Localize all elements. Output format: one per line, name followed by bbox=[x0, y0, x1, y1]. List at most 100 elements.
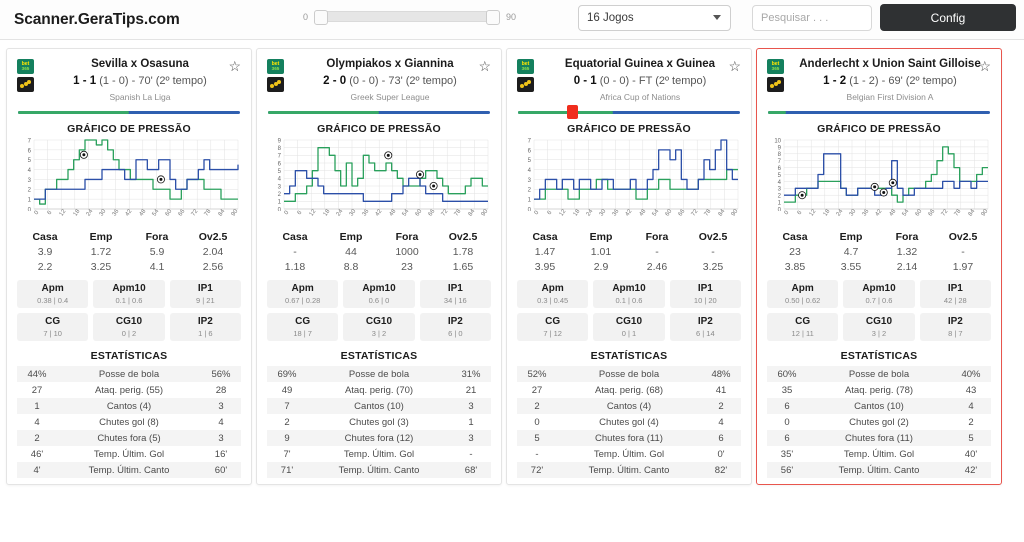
match-card[interactable]: bet 365 Anderlecht x Union Saint Gilloise… bbox=[756, 48, 1002, 486]
odds-header: Casa bbox=[282, 231, 308, 244]
odds-value[interactable]: 2.46 bbox=[629, 261, 685, 273]
stats-provider-icon[interactable] bbox=[17, 77, 34, 92]
odds-value[interactable]: 5.9 bbox=[129, 246, 185, 258]
favorite-star-icon[interactable]: ☆ bbox=[728, 59, 741, 73]
progress-marker[interactable] bbox=[566, 105, 578, 120]
odds-value[interactable]: 2.04 bbox=[185, 246, 241, 258]
stats-provider-icon[interactable] bbox=[267, 77, 284, 92]
metric-chip[interactable]: Apm 0.3 | 0.45 bbox=[517, 280, 589, 309]
favorite-star-icon[interactable]: ☆ bbox=[478, 59, 491, 73]
odds-value[interactable]: 1.72 bbox=[73, 246, 129, 258]
metric-chip[interactable]: Apm10 0.7 | 0.6 bbox=[843, 280, 915, 309]
config-button[interactable]: Config bbox=[880, 4, 1016, 31]
odds-value[interactable]: - bbox=[935, 246, 991, 258]
bet365-icon[interactable]: bet 365 bbox=[767, 59, 784, 74]
odds-value[interactable]: 2.56 bbox=[185, 261, 241, 273]
stat-name: Chutes gol (2) bbox=[849, 416, 909, 428]
svg-text:10: 10 bbox=[774, 139, 781, 145]
metric-chip[interactable]: Apm 0.67 | 0.28 bbox=[267, 280, 339, 309]
odds-value[interactable]: 2.9 bbox=[573, 261, 629, 273]
odds-value[interactable]: 44 bbox=[323, 246, 379, 258]
slider-track[interactable] bbox=[314, 10, 501, 25]
metric-chip[interactable]: CG10 0 | 2 bbox=[93, 313, 165, 342]
metric-chip[interactable]: Apm10 0.6 | 0 bbox=[343, 280, 415, 309]
metric-chip[interactable]: IP1 9 | 21 bbox=[169, 280, 241, 309]
odds-value[interactable]: 1.78 bbox=[435, 246, 491, 258]
stat-home-value: 27 bbox=[31, 384, 43, 396]
minute-range-slider[interactable]: 0 90 bbox=[303, 10, 516, 25]
slider-handle-min[interactable] bbox=[314, 10, 329, 25]
metric-chip-value: 42 | 28 bbox=[943, 296, 967, 306]
odds-value[interactable]: 8.8 bbox=[323, 261, 379, 273]
search-input[interactable]: Pesquisar . . . bbox=[752, 5, 872, 31]
slider-handle-max[interactable] bbox=[486, 10, 501, 25]
stat-name: Ataq. perig. (78) bbox=[844, 384, 914, 396]
bet365-icon[interactable]: bet 365 bbox=[17, 59, 34, 74]
bet365-icon[interactable]: bet 365 bbox=[267, 59, 284, 74]
stat-home-value: 2 bbox=[34, 432, 40, 444]
metric-chip[interactable]: CG10 0 | 1 bbox=[593, 313, 665, 342]
match-card[interactable]: bet 365 Sevilla x Osasuna 1 - 1 (1 - 0) -… bbox=[6, 48, 252, 486]
metric-chip-label: IP1 bbox=[197, 283, 213, 295]
stats-table: 44% Posse de bola 56% 27 Ataq. perig. (5… bbox=[17, 366, 241, 479]
odds-value[interactable]: 3.95 bbox=[517, 261, 573, 273]
metric-chip[interactable]: CG 12 | 11 bbox=[767, 313, 839, 342]
odds-value[interactable]: 4.1 bbox=[129, 261, 185, 273]
metric-chip[interactable]: CG 7 | 12 bbox=[517, 313, 589, 342]
chart-x-tick: 0 bbox=[533, 210, 541, 217]
odds-value[interactable]: 1000 bbox=[379, 246, 435, 258]
odds-value[interactable]: 1.01 bbox=[573, 246, 629, 258]
metric-chip[interactable]: CG10 3 | 2 bbox=[343, 313, 415, 342]
odds-value[interactable]: 23 bbox=[379, 261, 435, 273]
metric-chip[interactable]: IP2 1 | 6 bbox=[169, 313, 241, 342]
odds-value[interactable]: 3.25 bbox=[73, 261, 129, 273]
stats-provider-icon[interactable] bbox=[517, 77, 534, 92]
metric-chip[interactable]: Apm 0.38 | 0.4 bbox=[17, 280, 89, 309]
odds-value[interactable]: 3.55 bbox=[823, 261, 879, 273]
odds-value[interactable]: 1.18 bbox=[267, 261, 323, 273]
svg-text:7: 7 bbox=[778, 159, 782, 165]
odds-value[interactable]: 1.32 bbox=[879, 246, 935, 258]
odds-value[interactable]: 23 bbox=[767, 246, 823, 258]
metric-chip[interactable]: IP2 8 | 7 bbox=[919, 313, 991, 342]
odds-value[interactable]: 3.25 bbox=[685, 261, 741, 273]
favorite-star-icon[interactable]: ☆ bbox=[228, 59, 241, 73]
metric-chip[interactable]: IP2 6 | 0 bbox=[419, 313, 491, 342]
match-card[interactable]: bet 365 Olympiakos x Giannina 2 - 0 (0 - … bbox=[256, 48, 502, 486]
stats-title: ESTATÍSTICAS bbox=[840, 350, 918, 363]
metric-chip[interactable]: IP1 42 | 28 bbox=[919, 280, 991, 309]
table-row: 35 Ataq. perig. (78) 43 bbox=[767, 382, 991, 398]
odds-value[interactable]: 2.2 bbox=[17, 261, 73, 273]
chart-x-tick: 36 bbox=[861, 208, 871, 218]
odds-value[interactable]: 3.85 bbox=[767, 261, 823, 273]
games-count-select[interactable]: 16 Jogos bbox=[578, 5, 731, 31]
odds-value[interactable]: - bbox=[685, 246, 741, 258]
pressure-chart: 01234567 0 6 12 18 24 30 36 42 48 54 60 66 72 78 84 90 bbox=[17, 137, 241, 222]
stat-name: Temp. Últim. Gol bbox=[843, 448, 915, 460]
metric-chip[interactable]: IP1 34 | 16 bbox=[419, 280, 491, 309]
match-card[interactable]: bet 365 Equatorial Guinea x Guinea 0 - 1 … bbox=[506, 48, 752, 486]
metric-chip[interactable]: CG10 3 | 2 bbox=[843, 313, 915, 342]
stat-name: Posse de bola bbox=[98, 368, 160, 380]
match-score-line: 1 - 1 (1 - 0) - 70' (2º tempo) bbox=[73, 75, 207, 88]
pressure-chart-title: GRÁFICO DE PRESSÃO bbox=[567, 123, 691, 136]
odds-value[interactable]: - bbox=[629, 246, 685, 258]
metric-chip[interactable]: CG 18 | 7 bbox=[267, 313, 339, 342]
metric-chip[interactable]: IP1 10 | 20 bbox=[669, 280, 741, 309]
metric-chip[interactable]: Apm10 0.1 | 0.6 bbox=[593, 280, 665, 309]
odds-value[interactable]: 1.47 bbox=[517, 246, 573, 258]
favorite-star-icon[interactable]: ☆ bbox=[978, 59, 991, 73]
odds-value[interactable]: 2.14 bbox=[879, 261, 935, 273]
metric-chip[interactable]: Apm10 0.1 | 0.6 bbox=[93, 280, 165, 309]
metric-chip[interactable]: Apm 0.50 | 0.62 bbox=[767, 280, 839, 309]
svg-text:1: 1 bbox=[28, 198, 32, 204]
odds-value[interactable]: 1.97 bbox=[935, 261, 991, 273]
metric-chip[interactable]: IP2 6 | 14 bbox=[669, 313, 741, 342]
odds-value[interactable]: 4.7 bbox=[823, 246, 879, 258]
odds-value[interactable]: - bbox=[267, 246, 323, 258]
odds-value[interactable]: 3.9 bbox=[17, 246, 73, 258]
odds-value[interactable]: 1.65 bbox=[435, 261, 491, 273]
metric-chip[interactable]: CG 7 | 10 bbox=[17, 313, 89, 342]
stats-provider-icon[interactable] bbox=[767, 77, 784, 92]
bet365-icon[interactable]: bet 365 bbox=[517, 59, 534, 74]
